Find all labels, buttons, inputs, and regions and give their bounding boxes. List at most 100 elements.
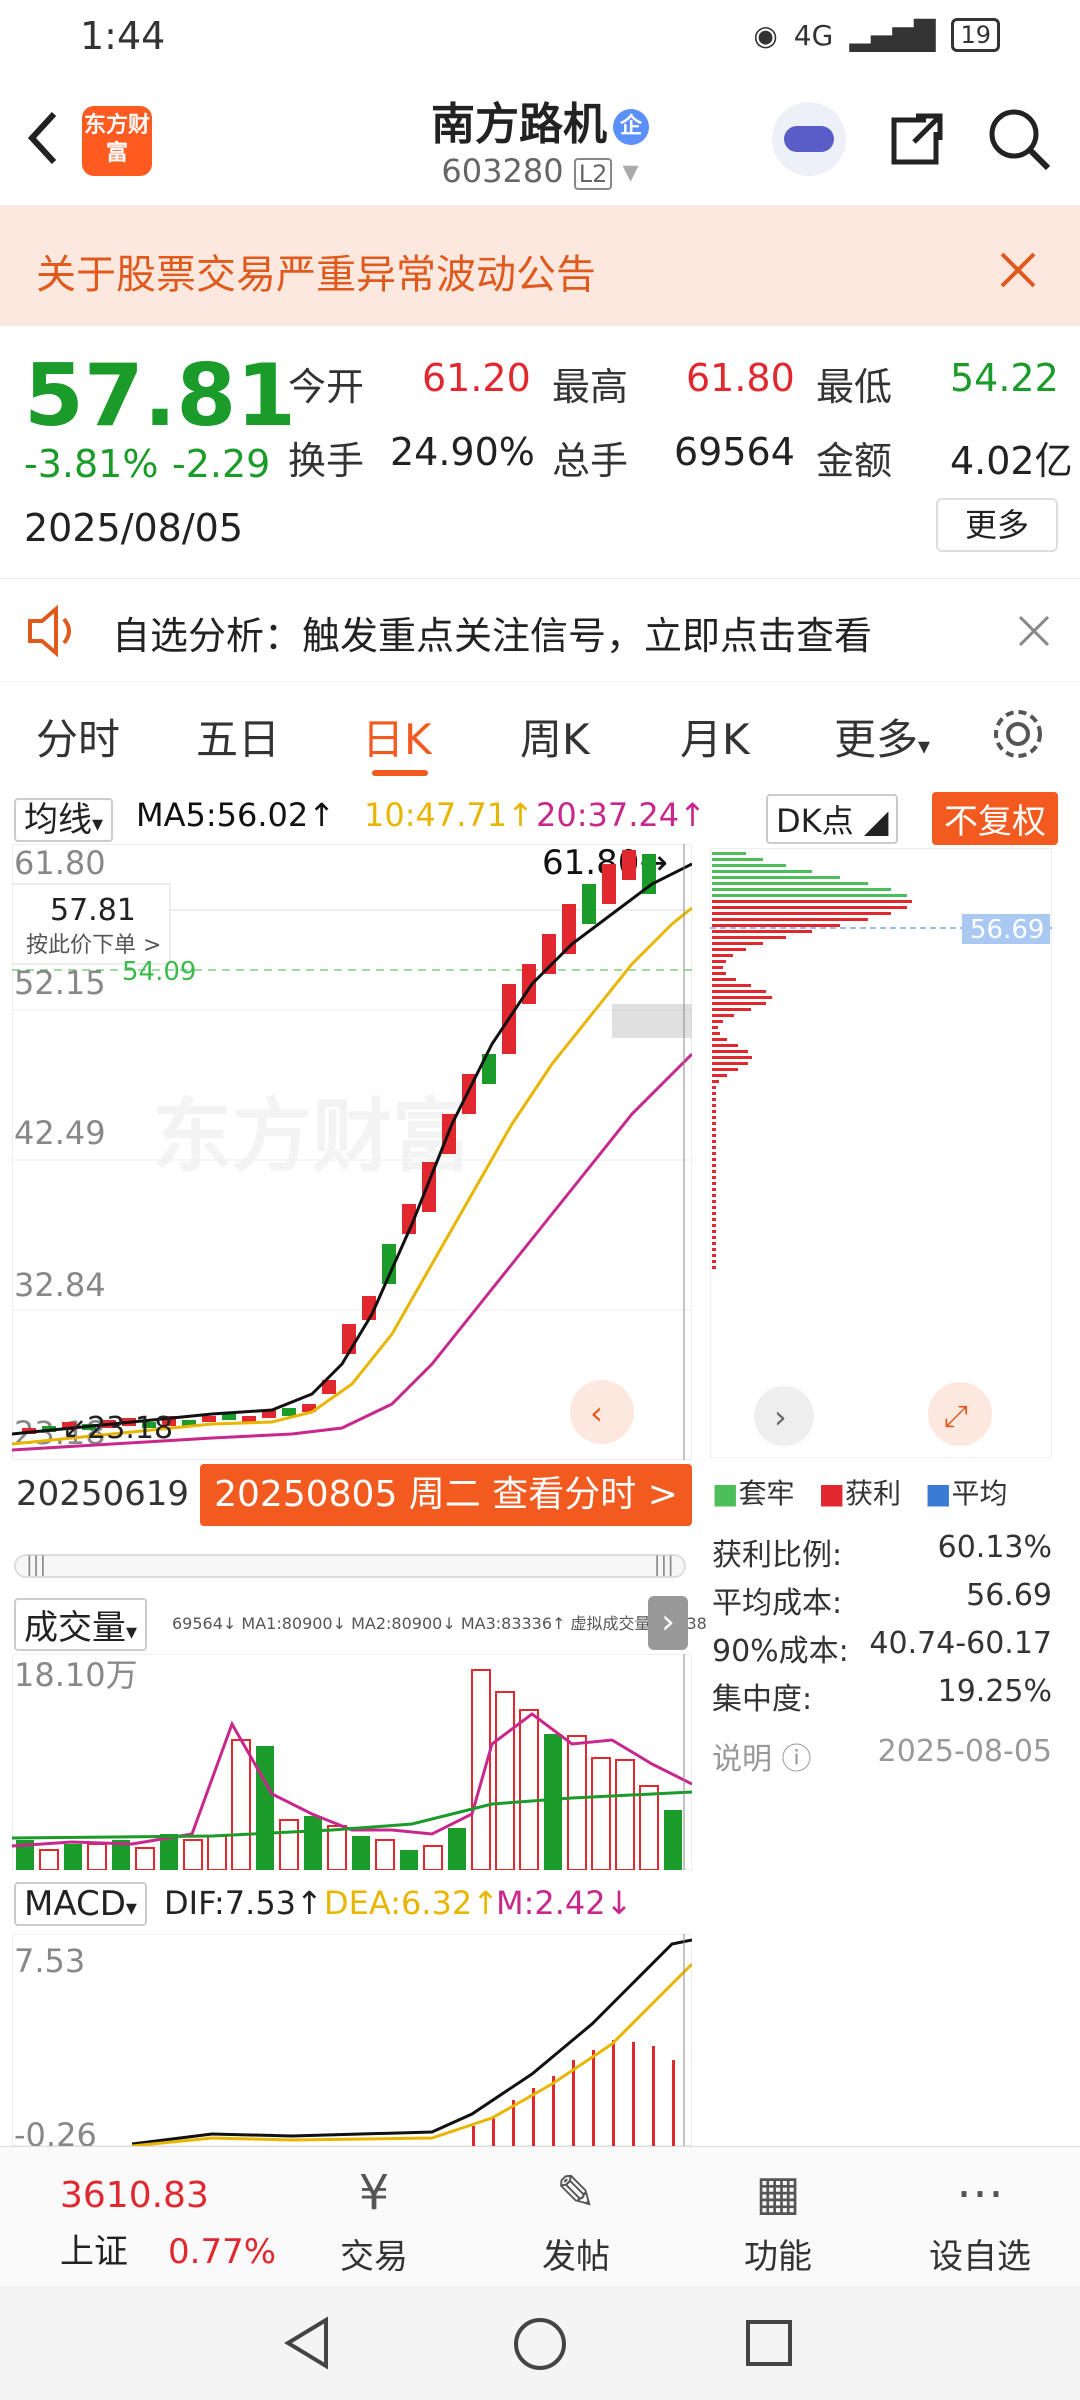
search-icon[interactable] xyxy=(986,106,1052,172)
analysis-alert[interactable]: 自选分析：触发重点关注信号，立即点击查看 xyxy=(0,578,1080,682)
bottom-nav: 3610.83 上证 0.77% ¥ 交易 ✎ 发帖 ▦ 功能 ⋯ 设自选 xyxy=(0,2146,1080,2286)
notice-banner[interactable]: 关于股票交易严重异常波动公告 xyxy=(0,206,1080,326)
volume-bar xyxy=(664,1810,682,1870)
tab-daily-k[interactable]: 日K xyxy=(362,706,432,767)
legend-average-label: 平均 xyxy=(951,1477,1008,1510)
app-header: 东方财富 南方路机企 603280 L2 ▾ xyxy=(0,72,1080,206)
chip-bar xyxy=(712,1044,738,1047)
chip-bar xyxy=(712,1188,716,1191)
close-icon[interactable] xyxy=(1018,615,1050,647)
chip-bar xyxy=(712,870,812,873)
chip-row-value: 60.13% xyxy=(937,1530,1052,1565)
chip-bar xyxy=(712,1248,716,1251)
chip-bar xyxy=(712,1266,716,1269)
avg-marker-value: 56.69 xyxy=(970,915,1044,945)
level-badge: L2 xyxy=(573,158,613,190)
legend-trapped-label: 套牢 xyxy=(738,1477,795,1510)
chip-bar xyxy=(712,1242,716,1245)
index-ticker[interactable]: 3610.83 上证 0.77% xyxy=(60,2175,276,2273)
chip-bar xyxy=(712,1050,748,1053)
chip-bar xyxy=(712,1092,716,1095)
system-back-icon[interactable] xyxy=(282,2316,332,2370)
kline-chart[interactable]: 东方财富 61.80 52.15 42.49 32.84 23.18 61.80… xyxy=(12,844,692,1460)
chip-legend: ■套牢 ■获利 ■平均 xyxy=(712,1472,1007,1512)
cost-line-label: 54.09 xyxy=(122,957,196,987)
view-intraday-button[interactable]: 20250805 周二 查看分时 > xyxy=(200,1464,692,1526)
chip-note-row[interactable]: 说明 ⓘ 2025-08-05 xyxy=(712,1734,1052,1778)
stock-code: 603280 xyxy=(441,152,564,190)
chip-row: 平均成本: 56.69 xyxy=(712,1578,1052,1622)
speaker-icon xyxy=(28,605,71,657)
chip-bar xyxy=(712,1008,751,1011)
tab-more[interactable]: 更多▾ xyxy=(834,706,930,767)
chip-bar xyxy=(712,1104,716,1107)
nav-trade[interactable]: ¥ 交易 xyxy=(304,2165,444,2278)
nav-functions[interactable]: ▦ 功能 xyxy=(708,2165,848,2278)
dk-point-select[interactable]: DK点 ◢ xyxy=(766,794,899,844)
nav-functions-label: 功能 xyxy=(744,2237,812,2277)
chip-bar xyxy=(712,1236,716,1239)
volume-bar xyxy=(135,1847,155,1870)
chip-bar xyxy=(712,1026,718,1029)
nav-add-watchlist[interactable]: ⋯ 设自选 xyxy=(910,2165,1050,2278)
chip-bar xyxy=(712,1080,719,1083)
chip-row-label: 90%成本: xyxy=(712,1634,849,1669)
gear-icon[interactable] xyxy=(990,706,1046,762)
volume-bar xyxy=(519,1709,539,1870)
volume-legend: 69564↓ MA1:80900↓ MA2:80900↓ MA3:83336↑ … xyxy=(172,1614,707,1633)
chip-bar xyxy=(712,1260,716,1263)
chip-bar xyxy=(712,1158,716,1161)
adjust-button[interactable]: 不复权 xyxy=(932,792,1058,845)
system-home-icon[interactable] xyxy=(512,2316,568,2372)
volume-indicator-select[interactable]: 成交量▾ xyxy=(14,1598,148,1651)
status-time: 1:44 xyxy=(80,14,166,58)
volume-bar xyxy=(639,1785,659,1870)
system-recents-icon[interactable] xyxy=(744,2318,794,2368)
chip-bar xyxy=(712,1134,716,1137)
volume-chart: 18.10万 xyxy=(12,1654,692,1870)
chip-bar xyxy=(712,1056,752,1059)
current-price: 57.81 xyxy=(24,346,297,446)
y-tick: 61.80 xyxy=(14,844,106,882)
expand-panel-button[interactable]: › xyxy=(648,1596,688,1650)
chip-distribution-chart[interactable]: 56.69 › ⤢ xyxy=(710,848,1052,1458)
chip-row-value: 40.74-60.17 xyxy=(869,1626,1052,1661)
nav-post[interactable]: ✎ 发帖 xyxy=(506,2165,646,2278)
chip-row: 90%成本: 40.74-60.17 xyxy=(712,1626,1052,1670)
chip-bar xyxy=(712,888,891,891)
grid-icon: ▦ xyxy=(755,2165,801,2221)
chip-bar xyxy=(712,1194,716,1197)
share-icon[interactable] xyxy=(886,108,948,170)
indicator-select[interactable]: 均线▾ xyxy=(14,798,114,842)
macd-indicator-select[interactable]: MACD▾ xyxy=(14,1882,147,1926)
macd-bar xyxy=(572,2060,575,2146)
tab-intraday[interactable]: 分时 xyxy=(36,706,120,767)
battery-icon: 19 xyxy=(951,18,1000,52)
tab-monthly-k[interactable]: 月K xyxy=(680,706,750,767)
macd-bar xyxy=(632,2042,635,2146)
macd-bar xyxy=(612,2040,615,2146)
enterprise-badge: 企 xyxy=(613,109,649,145)
more-dots-icon: ⋯ xyxy=(956,2165,1004,2221)
chip-bar xyxy=(712,996,772,999)
macd-selector-label: MACD xyxy=(24,1884,126,1924)
high-value: 61.80 xyxy=(686,356,795,400)
assistant-avatar-icon[interactable] xyxy=(772,102,846,176)
tooltip-order-label: 按此价下单 > xyxy=(26,933,161,958)
close-icon[interactable] xyxy=(998,250,1038,290)
macd-bar xyxy=(472,2126,475,2146)
tab-five-day[interactable]: 五日 xyxy=(196,706,280,767)
volume-bar xyxy=(375,1839,395,1870)
more-button[interactable]: 更多 xyxy=(936,498,1058,552)
yen-icon: ¥ xyxy=(358,2165,390,2221)
y-tick: 32.84 xyxy=(14,1266,106,1304)
chip-bar xyxy=(712,864,786,867)
chip-bar xyxy=(712,1230,716,1233)
caret-down-icon: ▾ xyxy=(918,732,931,760)
macd-bar xyxy=(492,2116,495,2146)
tab-weekly-k[interactable]: 周K xyxy=(520,706,590,767)
chip-bar xyxy=(712,1068,738,1071)
network-label: 4G xyxy=(793,18,834,52)
chip-bar xyxy=(712,1152,716,1155)
range-scrollbar[interactable]: ||| ||| xyxy=(14,1552,686,1578)
